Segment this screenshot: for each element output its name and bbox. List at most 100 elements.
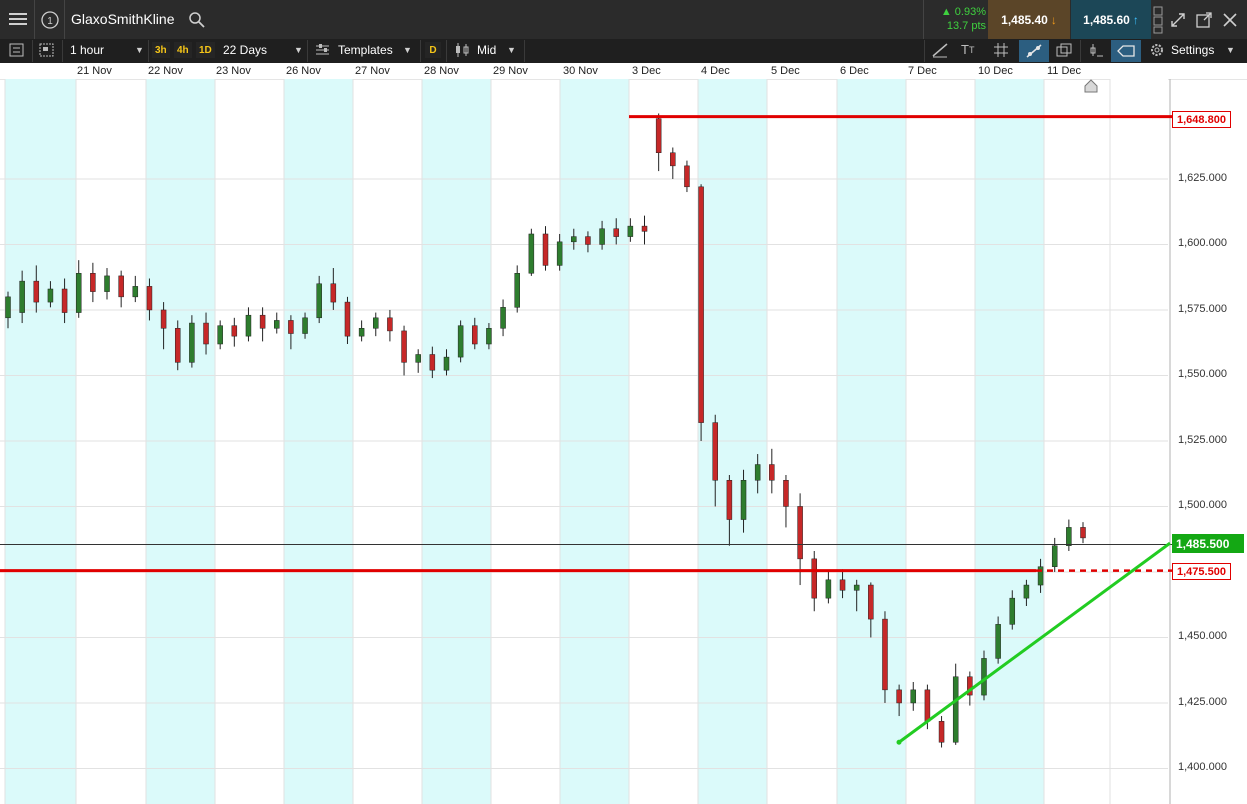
templates-icon[interactable] <box>315 43 331 57</box>
support-price-label: 1,475.500 <box>1172 563 1231 580</box>
sell-price: 1,485.40 <box>1001 12 1048 27</box>
candle <box>457 320 464 363</box>
templates-button[interactable]: Templates <box>338 43 393 57</box>
date-label: 28 Nov <box>424 65 459 77</box>
candle <box>825 571 832 604</box>
candle <box>1066 519 1072 551</box>
session-shade <box>422 79 491 804</box>
candle <box>655 113 662 172</box>
sell-price-button[interactable]: 1,485.40 ↓ <box>988 0 1070 39</box>
price-tick-label: 1,450.000 <box>1178 630 1227 643</box>
date-label: 11 Dec <box>1047 65 1082 77</box>
range-select[interactable]: 22 Days <box>223 43 267 57</box>
candle <box>274 312 280 334</box>
trendline-icon[interactable] <box>1019 40 1049 62</box>
candle <box>698 184 704 441</box>
candle <box>670 147 676 179</box>
instrument-name[interactable]: GlaxoSmithKline <box>71 11 175 27</box>
interval-1d[interactable]: 1D <box>196 42 215 58</box>
session-shade <box>146 79 215 804</box>
chevron-down-icon[interactable]: ▼ <box>1226 45 1235 55</box>
price-chart[interactable] <box>0 79 1247 804</box>
candle <box>500 299 506 337</box>
layout-icon[interactable] <box>39 43 55 57</box>
top-bar: 1 GlaxoSmithKline ▲ 0.93% 13.7 pts 1,485… <box>0 0 1247 39</box>
candle <box>684 160 690 193</box>
d-badge[interactable]: D <box>425 42 441 58</box>
candle <box>373 312 379 337</box>
date-label: 3 Dec <box>632 65 661 77</box>
session-shade <box>837 79 906 804</box>
price-tick-label: 1,500.000 <box>1178 499 1227 512</box>
price-type-label: Mid <box>477 43 497 57</box>
candle <box>811 550 817 612</box>
menu-icon[interactable] <box>8 10 28 28</box>
info-icon[interactable]: 1 <box>40 10 60 30</box>
interval-label: 1 hour <box>70 43 105 57</box>
candle <box>641 215 648 245</box>
candle <box>1051 537 1058 572</box>
candle <box>783 475 789 528</box>
resistance-price-label: 1,648.800 <box>1172 111 1231 128</box>
chevron-down-icon[interactable]: ▼ <box>135 45 144 55</box>
price-tick-label: 1,625.000 <box>1178 171 1227 184</box>
price-tag-icon[interactable] <box>1111 40 1141 62</box>
date-label: 6 Dec <box>840 65 869 77</box>
candle <box>104 268 110 300</box>
date-label: 26 Nov <box>286 65 321 77</box>
price-type-select[interactable]: Mid <box>477 43 496 57</box>
settings-button[interactable]: Settings <box>1171 43 1214 57</box>
templates-label: Templates <box>338 43 393 57</box>
candle <box>952 663 959 745</box>
interval-4h[interactable]: 4h <box>174 42 192 58</box>
windows-icon[interactable] <box>1153 6 1163 34</box>
candle <box>245 307 252 342</box>
interval-3h[interactable]: 3h <box>152 42 170 58</box>
candle <box>387 309 393 342</box>
last-price-label: 1,485.500 <box>1172 534 1244 553</box>
draw-line-icon[interactable] <box>931 42 949 58</box>
candle <box>1080 522 1086 544</box>
price-tick-label: 1,400.000 <box>1178 761 1227 774</box>
windows-icon[interactable] <box>1055 42 1073 58</box>
date-label: 30 Nov <box>563 65 598 77</box>
candle <box>514 265 520 313</box>
popout-icon[interactable] <box>1196 12 1212 28</box>
candle <box>910 681 917 711</box>
buy-price-button[interactable]: 1,485.60 ↑ <box>1071 0 1151 39</box>
price-tick-label: 1,425.000 <box>1178 695 1227 708</box>
crosshair-icon[interactable] <box>992 42 1010 58</box>
text-icon[interactable]: TT <box>961 42 974 57</box>
candle <box>938 716 945 748</box>
date-label: 21 Nov <box>77 65 112 77</box>
chevron-down-icon[interactable]: ▼ <box>403 45 412 55</box>
gear-icon[interactable] <box>1149 42 1165 58</box>
date-label: 10 Dec <box>978 65 1013 77</box>
date-label: 22 Nov <box>148 65 183 77</box>
price-tick-label: 1,575.000 <box>1178 302 1227 315</box>
svg-text:1: 1 <box>47 16 53 27</box>
chevron-down-icon[interactable]: ▼ <box>507 45 516 55</box>
interval-select[interactable]: 1 hour <box>70 43 104 57</box>
price-tick-label: 1,550.000 <box>1178 368 1227 381</box>
close-icon[interactable] <box>1222 12 1238 28</box>
chevron-down-icon[interactable]: ▼ <box>294 45 303 55</box>
indicator-icon[interactable] <box>1087 42 1105 58</box>
list-icon[interactable] <box>9 43 25 57</box>
candle <box>528 228 535 276</box>
arrow-down-icon: ↓ <box>1050 12 1057 27</box>
candle-type-icon[interactable] <box>453 42 473 58</box>
settings-label: Settings <box>1171 43 1215 57</box>
session-shade <box>698 79 767 804</box>
candle <box>542 226 549 271</box>
candle <box>189 315 195 368</box>
trend-line-anchor <box>896 739 902 745</box>
date-label: 4 Dec <box>701 65 730 77</box>
candle <box>401 325 407 376</box>
change-readout: ▲ 0.93% 13.7 pts <box>926 5 986 33</box>
candle <box>75 260 82 318</box>
expand-icon[interactable] <box>1170 12 1186 28</box>
session-shade <box>284 79 353 804</box>
candle <box>882 611 888 703</box>
search-icon[interactable] <box>188 11 206 29</box>
